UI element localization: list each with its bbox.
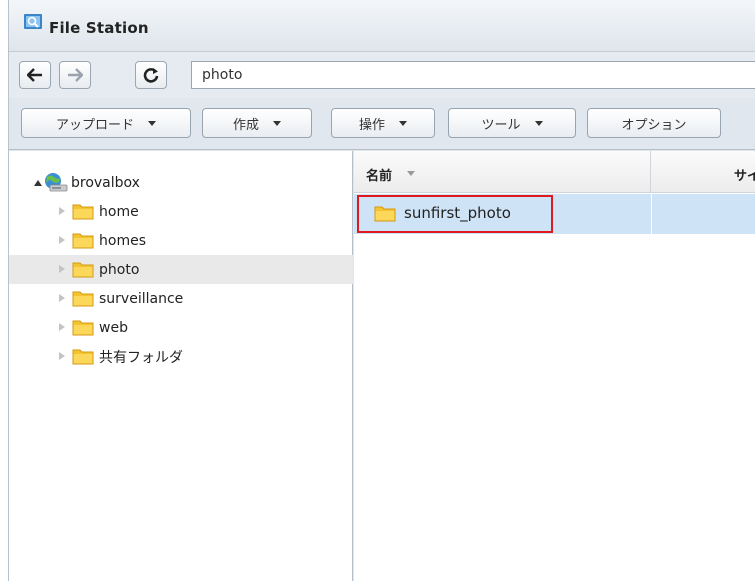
action-button[interactable]: 操作 bbox=[331, 108, 435, 138]
tree-root-label: brovalbox bbox=[71, 174, 140, 191]
arrow-left-icon bbox=[27, 68, 42, 82]
chevron-down-icon bbox=[273, 120, 281, 126]
expand-icon[interactable] bbox=[59, 207, 65, 215]
options-button-label: オプション bbox=[621, 117, 687, 133]
file-row[interactable]: sunfirst_photo bbox=[354, 194, 755, 234]
server-icon bbox=[45, 173, 68, 192]
tools-button[interactable]: ツール bbox=[448, 108, 576, 138]
column-name-label: 名前 bbox=[366, 169, 393, 184]
path-input[interactable]: photo bbox=[191, 61, 755, 89]
create-button[interactable]: 作成 bbox=[202, 108, 312, 138]
tree-item-photo[interactable]: photo bbox=[9, 255, 353, 284]
column-name-header[interactable]: 名前 bbox=[354, 151, 651, 193]
tree-item-shared-folder[interactable]: 共有フォルダ bbox=[9, 342, 353, 371]
tree-item-surveillance[interactable]: surveillance bbox=[9, 284, 353, 313]
action-button-label: 操作 bbox=[358, 117, 385, 133]
tools-button-label: ツール bbox=[481, 117, 521, 133]
create-button-label: 作成 bbox=[232, 117, 259, 133]
tree-item-label: surveillance bbox=[99, 290, 184, 307]
chevron-down-icon bbox=[148, 120, 156, 126]
tree-item-label: photo bbox=[99, 261, 140, 278]
chevron-down-icon bbox=[534, 120, 543, 126]
expand-icon[interactable] bbox=[59, 265, 65, 273]
navigation-bar: photo bbox=[9, 52, 755, 98]
folder-icon bbox=[72, 320, 94, 336]
upload-button[interactable]: アップロード bbox=[21, 108, 191, 138]
expand-icon[interactable] bbox=[59, 236, 65, 244]
tree-item-home[interactable]: home bbox=[9, 197, 353, 226]
upload-button-label: アップロード bbox=[55, 117, 134, 133]
file-list-header: 名前 サイズ bbox=[354, 151, 755, 193]
file-list: 名前 サイズ sunfirst_photo bbox=[354, 151, 755, 581]
expand-icon[interactable] bbox=[59, 294, 65, 302]
tree-item-homes[interactable]: homes bbox=[9, 226, 353, 255]
column-size-header[interactable]: サイズ bbox=[652, 151, 755, 193]
chevron-down-icon bbox=[399, 120, 407, 126]
folder-icon bbox=[72, 349, 94, 365]
column-divider bbox=[651, 194, 652, 234]
folder-icon bbox=[72, 291, 94, 307]
file-station-icon bbox=[24, 14, 42, 29]
tree-item-label: homes bbox=[99, 232, 146, 249]
folder-icon bbox=[72, 204, 94, 220]
file-station-window: File Station photo アップロード 作成 操作 ツール オプショ… bbox=[8, 0, 755, 581]
expand-icon[interactable] bbox=[59, 323, 65, 331]
back-button[interactable] bbox=[19, 61, 51, 89]
arrow-right-icon bbox=[68, 68, 83, 82]
tree-item-label: web bbox=[99, 319, 128, 336]
tree-item-web[interactable]: web bbox=[9, 313, 353, 342]
tree-item-label: 共有フォルダ bbox=[99, 349, 183, 366]
window-title: File Station bbox=[49, 19, 149, 37]
tree-root[interactable]: brovalbox bbox=[9, 168, 353, 197]
folder-tree: brovalbox home homes photo surveillance … bbox=[9, 151, 353, 581]
collapse-icon[interactable] bbox=[34, 180, 42, 186]
options-button[interactable]: オプション bbox=[587, 108, 721, 138]
folder-icon bbox=[72, 233, 94, 249]
column-size-label: サイズ bbox=[734, 169, 755, 184]
highlight-box bbox=[357, 195, 553, 233]
forward-button[interactable] bbox=[59, 61, 91, 89]
folder-icon bbox=[72, 262, 94, 278]
expand-icon[interactable] bbox=[59, 352, 65, 360]
tree-item-label: home bbox=[99, 203, 139, 220]
title-bar: File Station bbox=[9, 0, 755, 52]
toolbar: アップロード 作成 操作 ツール オプション bbox=[9, 98, 755, 150]
refresh-button[interactable] bbox=[135, 61, 167, 89]
refresh-icon bbox=[143, 68, 159, 83]
sort-down-icon bbox=[407, 171, 415, 176]
